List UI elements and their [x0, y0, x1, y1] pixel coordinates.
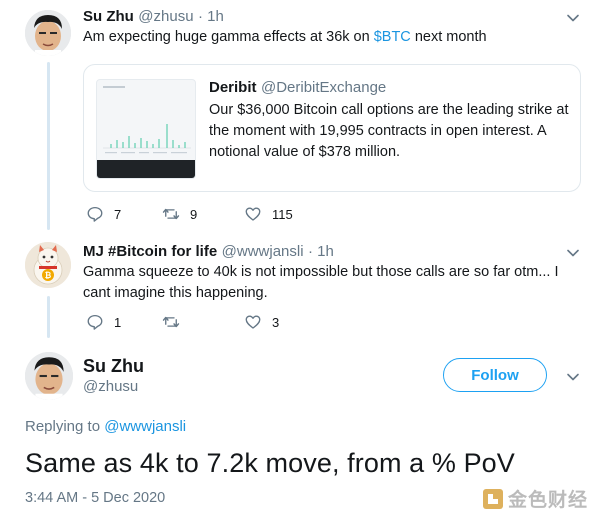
avatar[interactable] [25, 352, 73, 400]
tweet2-header: MJ #Bitcoin for life @wwwjansli · 1h [83, 243, 334, 261]
reply-icon [87, 206, 103, 222]
avatar[interactable]: ₿ [25, 242, 71, 288]
like-count: 115 [272, 206, 293, 222]
su-zhu-avatar-image [25, 10, 71, 56]
tweet-timestamp[interactable]: 3:44 AM - 5 Dec 2020 [25, 490, 165, 506]
cashtag-link[interactable]: $BTC [374, 29, 411, 45]
retweet-button[interactable] [162, 313, 190, 331]
quoted-author-name: Deribit [209, 79, 257, 96]
open-interest-chart-thumbnail [103, 86, 191, 154]
replying-to-label: Replying to [25, 418, 101, 435]
replying-to-handle-link[interactable]: @wwwjansli [104, 418, 186, 435]
author-name[interactable]: Su Zhu [83, 8, 134, 25]
main-tweet-text: Same as 4k to 7.2k move, from a % PoV [25, 448, 515, 478]
thread-line-1 [47, 62, 50, 230]
su-zhu-avatar-image [25, 352, 73, 400]
reply-icon [87, 314, 103, 330]
avatar[interactable] [25, 10, 71, 56]
chevron-down-icon[interactable] [565, 245, 581, 261]
tweet-time[interactable]: · 1h [308, 243, 334, 260]
replying-to: Replying to @wwwjansli [25, 418, 186, 435]
reply-count: 7 [114, 206, 122, 222]
main-author-name[interactable]: Su Zhu [83, 356, 144, 377]
chevron-down-icon[interactable] [565, 10, 581, 26]
tweet1-text: Am expecting huge gamma effects at 36k o… [83, 27, 583, 48]
main-author-handle[interactable]: @zhusu [83, 378, 138, 395]
thread-line-2 [47, 296, 50, 338]
chevron-down-icon[interactable] [565, 369, 581, 385]
quoted-tweet-card[interactable]: Deribit @DeribitExchange Our $36,000 Bit… [83, 64, 581, 192]
author-handle[interactable]: @zhusu [138, 8, 193, 25]
tweet-time[interactable]: · 1h [198, 8, 224, 25]
author-handle[interactable]: @wwwjansli [222, 243, 304, 260]
retweet-icon [162, 316, 180, 328]
tweet-text-after: next month [410, 29, 487, 45]
svg-text:₿: ₿ [45, 271, 52, 280]
retweet-button[interactable]: 9 [162, 205, 197, 223]
like-button[interactable]: 115 [244, 205, 293, 223]
watermark-text: 金色财经 [508, 490, 589, 511]
quoted-tweet-text: Our $36,000 Bitcoin call options are the… [209, 102, 569, 160]
like-button[interactable]: 3 [244, 313, 279, 331]
watermark: 金色财经 [482, 485, 588, 512]
follow-button[interactable]: Follow [443, 358, 547, 392]
reply-button[interactable]: 7 [86, 205, 121, 223]
reply-button[interactable]: 1 [86, 313, 121, 331]
tweet2-text: Gamma squeeze to 40k is not impossible b… [83, 264, 559, 301]
reply-count: 1 [114, 314, 122, 330]
quoted-tweet-thumbnail[interactable] [96, 79, 196, 179]
thumbnail-footer [97, 160, 195, 178]
watermark-logo-icon [483, 488, 503, 509]
lucky-cat-avatar-image: ₿ [25, 242, 71, 288]
quoted-tweet-header: Deribit @DeribitExchange [209, 79, 386, 97]
author-name[interactable]: MJ #Bitcoin for life [83, 243, 217, 260]
retweet-count: 9 [190, 206, 198, 222]
tweet-text-before: Am expecting huge gamma effects at 36k o… [83, 29, 374, 45]
like-count: 3 [272, 314, 280, 330]
retweet-icon [162, 208, 180, 220]
heart-icon [245, 315, 261, 329]
quoted-author-handle: @DeribitExchange [260, 79, 387, 96]
tweet1-header: Su Zhu @zhusu · 1h [83, 8, 224, 26]
heart-icon [245, 207, 261, 221]
